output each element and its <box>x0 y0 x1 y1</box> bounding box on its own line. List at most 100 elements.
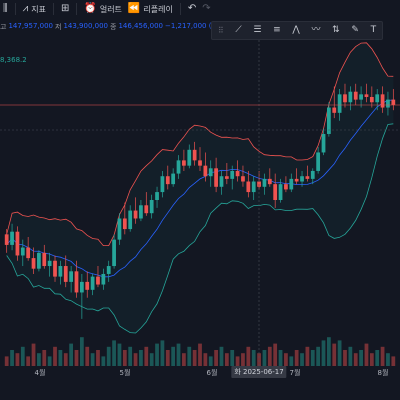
candle-body <box>214 168 218 187</box>
horizontal-lines-icon[interactable]: ☰ <box>253 26 261 35</box>
volume-bar <box>117 343 122 366</box>
candle-body <box>63 266 68 282</box>
low-label: 저 <box>55 23 62 31</box>
redo-icon: ↷ <box>202 3 211 14</box>
volume-bar <box>160 340 165 366</box>
candle-body <box>321 133 326 153</box>
candle-body <box>208 168 213 177</box>
candle-body <box>133 210 138 219</box>
candle-body <box>391 99 396 105</box>
candle-body <box>112 239 116 267</box>
text-icon[interactable]: T <box>371 26 377 35</box>
candle-body <box>155 192 159 200</box>
price-chart[interactable] <box>0 0 400 400</box>
candle-body <box>219 176 224 187</box>
volume-bar <box>321 340 326 366</box>
replay-button[interactable]: ⏪ 리플레이 <box>125 1 176 17</box>
candle-body <box>128 210 133 230</box>
candle-body <box>182 160 186 166</box>
volume-bar <box>31 343 36 366</box>
candle-body <box>262 178 267 187</box>
low-value: 143,900,000 <box>63 22 108 30</box>
candle-body <box>380 94 385 108</box>
candle-body <box>74 271 79 293</box>
candle-body <box>106 266 111 274</box>
candle-body <box>96 276 100 285</box>
candle-body <box>31 258 36 269</box>
undo-button[interactable]: ↶ <box>185 1 199 17</box>
candle-body <box>364 94 369 97</box>
candle-body <box>348 91 353 103</box>
indicators-button[interactable]: ⩘ 지표 <box>20 1 49 17</box>
candle-body <box>165 176 170 185</box>
candle-body <box>192 149 197 161</box>
candle-body <box>343 94 347 103</box>
candle-body <box>310 170 315 179</box>
candle-body <box>79 281 84 293</box>
candle-body <box>26 247 31 259</box>
divider <box>179 3 181 15</box>
candle-body <box>284 184 288 190</box>
close-label: 종 <box>110 23 117 31</box>
x-tick-label: 5월 <box>119 369 131 377</box>
candle-body <box>144 205 149 214</box>
candle-body <box>300 176 304 182</box>
chart-type-button[interactable]: ⫼ <box>0 1 11 17</box>
top-toolbar: ⫼ ⩘ 지표 ⊞ ⏰ 얼러트 ⏪ 리플레이 ↶ ↷ <box>0 0 400 18</box>
candle-body <box>316 152 321 171</box>
undo-icon: ↶ <box>187 3 197 14</box>
trend-line-icon[interactable]: ⟋ <box>235 26 241 35</box>
candle-body <box>20 247 25 256</box>
grid-icon: ⊞ <box>60 3 70 14</box>
volume-bar <box>337 340 342 366</box>
candle-body <box>267 178 272 185</box>
candle-body <box>122 218 127 230</box>
candle-body <box>47 260 52 267</box>
candle-body <box>224 176 229 179</box>
indicators-icon: ⩘ <box>22 3 29 14</box>
volume-bar <box>364 343 369 366</box>
candle-body <box>198 160 202 166</box>
volume-bar <box>69 343 74 366</box>
volume-bar <box>176 343 181 366</box>
candle-body <box>230 170 235 179</box>
candle-body <box>235 170 240 177</box>
pattern-icon[interactable]: ⋀ <box>292 26 299 35</box>
time-axis[interactable]: 4월 5월 6월 7월 8월 화 2025-06-17 <box>0 364 400 380</box>
high-value: 147,957,000 <box>8 22 53 30</box>
candle-body <box>69 271 74 282</box>
elliott-wave-icon[interactable]: 〰 <box>311 26 320 35</box>
candle-body <box>42 252 47 267</box>
candle-body <box>139 205 143 219</box>
x-tick-label: 6월 <box>206 369 218 377</box>
candle-body <box>375 94 380 103</box>
candle-body <box>176 160 181 174</box>
candle-body <box>58 266 63 277</box>
candles-icon: ⫼ <box>3 3 8 14</box>
x-tick-label: 7월 <box>289 369 301 377</box>
x-tick-label: 8월 <box>377 369 389 377</box>
candle-body <box>4 234 9 245</box>
candle-body <box>241 176 245 182</box>
candle-body <box>353 91 358 100</box>
replay-label: 리플레이 <box>143 4 173 14</box>
candle-body <box>278 184 283 200</box>
fibonacci-icon[interactable]: ≡ <box>273 26 281 35</box>
drag-handle-icon[interactable]: ⠿ <box>218 26 224 35</box>
drawing-toolbar[interactable]: ⠿ ⟋ ☰ ≡ ⋀ 〰 ⇅ ✎ T <box>211 21 383 40</box>
candle-body <box>37 252 41 269</box>
candle-body <box>117 218 122 240</box>
x-tick-label: 4월 <box>34 369 46 377</box>
brush-icon[interactable]: ✎ <box>351 26 359 35</box>
candle-body <box>294 178 299 182</box>
redo-button[interactable]: ↷ <box>199 1 213 17</box>
layout-button[interactable]: ⊞ <box>58 1 72 17</box>
alert-button[interactable]: ⏰ 얼러트 <box>81 1 125 17</box>
divider <box>52 3 54 15</box>
volume-bar <box>332 343 337 366</box>
long-position-icon[interactable]: ⇅ <box>332 26 340 35</box>
candle-body <box>386 99 390 108</box>
ohlc-legend: 고 147,957,000 저 143,900,000 종 146,456,00… <box>0 22 242 32</box>
candle-body <box>251 181 256 193</box>
crosshair-date-label: 화 2025-06-17 <box>231 366 287 378</box>
